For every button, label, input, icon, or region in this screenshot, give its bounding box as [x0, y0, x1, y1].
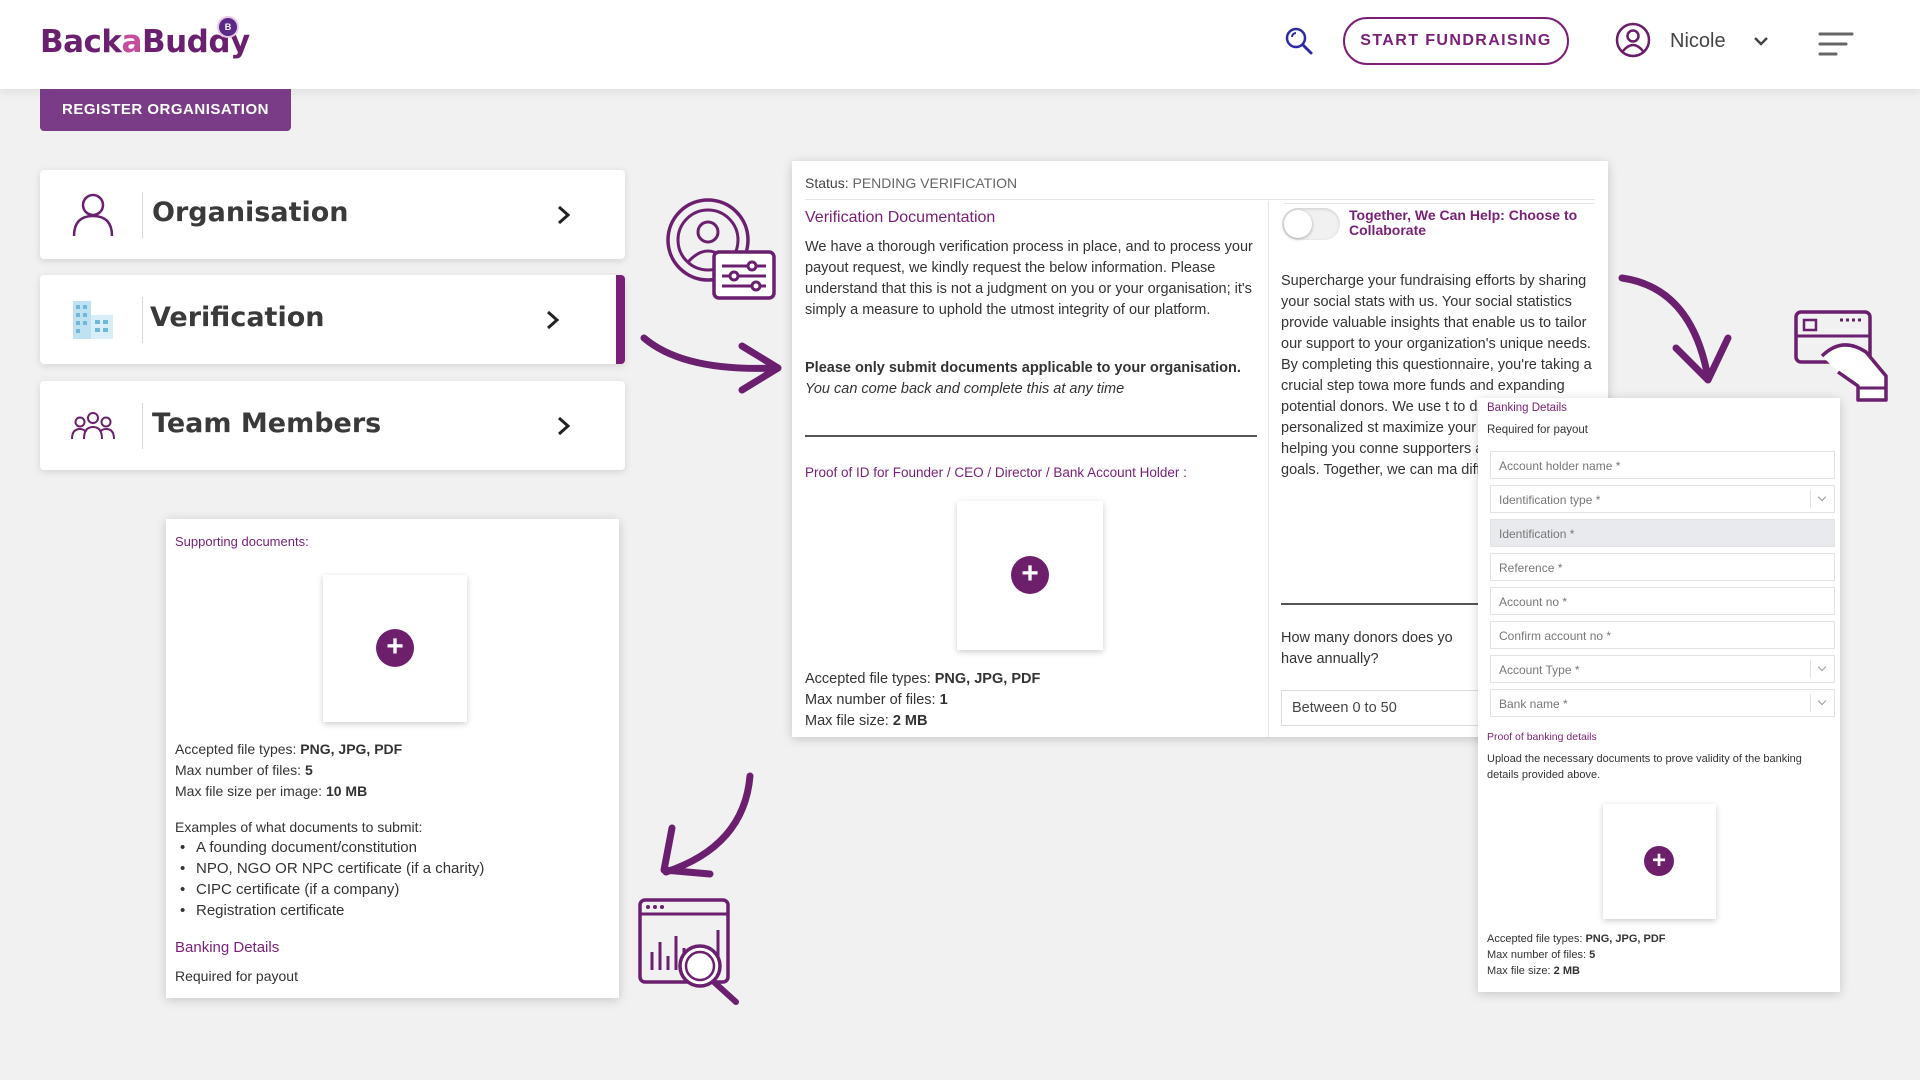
- divider: [1284, 203, 1594, 204]
- reference-input[interactable]: Reference *: [1490, 553, 1835, 581]
- menu-item-verification[interactable]: Verification: [40, 275, 625, 364]
- donors-question: How many donors does yo have annually?: [1281, 630, 1453, 667]
- confirm-account-no-input[interactable]: Confirm account no *: [1490, 621, 1835, 649]
- verification-note: Please only submit documents applicable …: [805, 360, 1241, 397]
- chevron-down-icon: [1810, 490, 1834, 508]
- identification-type-select[interactable]: Identification type *: [1490, 485, 1835, 513]
- logo-badge: B: [219, 18, 237, 36]
- add-file-icon[interactable]: +: [1011, 556, 1049, 594]
- list-item: A founding document/constitution: [166, 837, 484, 858]
- chevron-down-icon: [1810, 694, 1834, 712]
- proof-banking-title: Proof of banking details: [1487, 731, 1597, 743]
- analytics-magnifier-icon: [638, 898, 739, 1005]
- examples-list: A founding document/constitution NPO, NG…: [166, 837, 484, 921]
- chevron-right-icon: [558, 205, 571, 225]
- account-holder-name-input[interactable]: Account holder name *: [1490, 451, 1835, 479]
- collaborate-toggle[interactable]: [1282, 208, 1340, 240]
- chevron-down-icon: [1810, 660, 1834, 678]
- person-icon: [72, 193, 114, 237]
- register-organisation-button[interactable]: REGISTER ORGANISATION: [40, 89, 291, 131]
- add-file-icon[interactable]: +: [376, 629, 414, 667]
- menu-separator: [142, 403, 143, 449]
- start-fundraising-button[interactable]: START FUNDRAISING: [1343, 17, 1569, 65]
- menu-label: Organisation: [152, 197, 349, 228]
- arrow-down-left-icon: [660, 772, 754, 878]
- identification-input[interactable]: Identification *: [1490, 519, 1835, 547]
- menu-label: Team Members: [152, 408, 382, 439]
- supporting-max-size: Max file size per image: 10 MB: [175, 783, 368, 799]
- menu-item-organisation[interactable]: Organisation: [40, 170, 625, 259]
- column-divider: [1268, 201, 1269, 737]
- list-item: NPO, NGO OR NPC certificate (if a charit…: [166, 858, 484, 879]
- menu-item-team-members[interactable]: Team Members: [40, 381, 625, 470]
- account-type-select[interactable]: Account Type *: [1490, 655, 1835, 683]
- banking-accepted-types: Accepted file types: PNG, JPG, PDF: [1487, 933, 1666, 945]
- chevron-right-icon: [558, 416, 571, 436]
- add-file-icon[interactable]: +: [1644, 846, 1674, 876]
- account-no-input[interactable]: Account no *: [1490, 587, 1835, 615]
- chevron-right-icon: [547, 310, 560, 330]
- banking-details-title: Banking Details: [175, 939, 280, 956]
- team-icon: [71, 412, 115, 440]
- examples-title: Examples of what documents to submit:: [175, 819, 423, 835]
- proof-id-upload-box[interactable]: +: [957, 501, 1103, 650]
- collaborate-title: Together, We Can Help: Choose to Collabo…: [1349, 207, 1578, 238]
- bank-name-select[interactable]: Bank name *: [1490, 689, 1835, 717]
- arrow-right-icon: [640, 334, 782, 394]
- supporting-max-files: Max number of files: 5: [175, 762, 313, 778]
- menu-separator: [142, 192, 143, 238]
- banking-max-size: Max file size: 2 MB: [1487, 965, 1580, 977]
- profile-settings-icon: [666, 198, 776, 300]
- proof-banking-upload-box[interactable]: +: [1603, 804, 1716, 919]
- list-item: CIPC certificate (if a company): [166, 879, 484, 900]
- proof-accepted-types: Accepted file types: PNG, JPG, PDF: [805, 671, 1041, 687]
- list-item: Registration certificate: [166, 900, 484, 921]
- credit-card-hand-icon: [1794, 310, 1888, 402]
- menu-label: Verification: [150, 302, 325, 333]
- buildings-icon: [73, 301, 113, 339]
- banking-details-subtitle: Required for payout: [175, 968, 298, 984]
- chevron-down-icon[interactable]: [1752, 34, 1770, 48]
- verification-doc-title: Verification Documentation: [805, 209, 996, 226]
- proof-id-title: Proof of ID for Founder / CEO / Director…: [805, 465, 1187, 480]
- top-header: BackaBuddy B START FUNDRAISING Nicole: [0, 0, 1920, 89]
- proof-max-size: Max file size: 2 MB: [805, 713, 928, 729]
- menu-hamburger-icon[interactable]: [1818, 30, 1854, 58]
- verification-intro: We have a thorough verification process …: [805, 239, 1253, 318]
- banking-title: Banking Details: [1487, 402, 1567, 414]
- supporting-documents-title: Supporting documents:: [175, 534, 309, 549]
- user-avatar-icon[interactable]: [1615, 22, 1651, 58]
- supporting-upload-box[interactable]: +: [323, 575, 467, 722]
- status-line: Status: PENDING VERIFICATION: [805, 175, 1018, 191]
- search-icon[interactable]: [1284, 26, 1314, 56]
- proof-banking-text: Upload the necessary documents to prove …: [1487, 753, 1802, 781]
- arrow-down-icon: [1618, 274, 1732, 384]
- proof-max-files: Max number of files: 1: [805, 692, 948, 708]
- banking-max-files: Max number of files: 5: [1487, 949, 1596, 961]
- divider: [805, 435, 1257, 437]
- menu-separator: [142, 297, 143, 343]
- supporting-documents-panel: Supporting documents: + Accepted file ty…: [166, 519, 619, 998]
- supporting-accepted-types: Accepted file types: PNG, JPG, PDF: [175, 741, 403, 757]
- banking-subtitle: Required for payout: [1487, 424, 1589, 436]
- divider: [805, 199, 1595, 200]
- backabuddy-logo[interactable]: BackaBuddy: [40, 24, 250, 60]
- user-name[interactable]: Nicole: [1670, 30, 1726, 53]
